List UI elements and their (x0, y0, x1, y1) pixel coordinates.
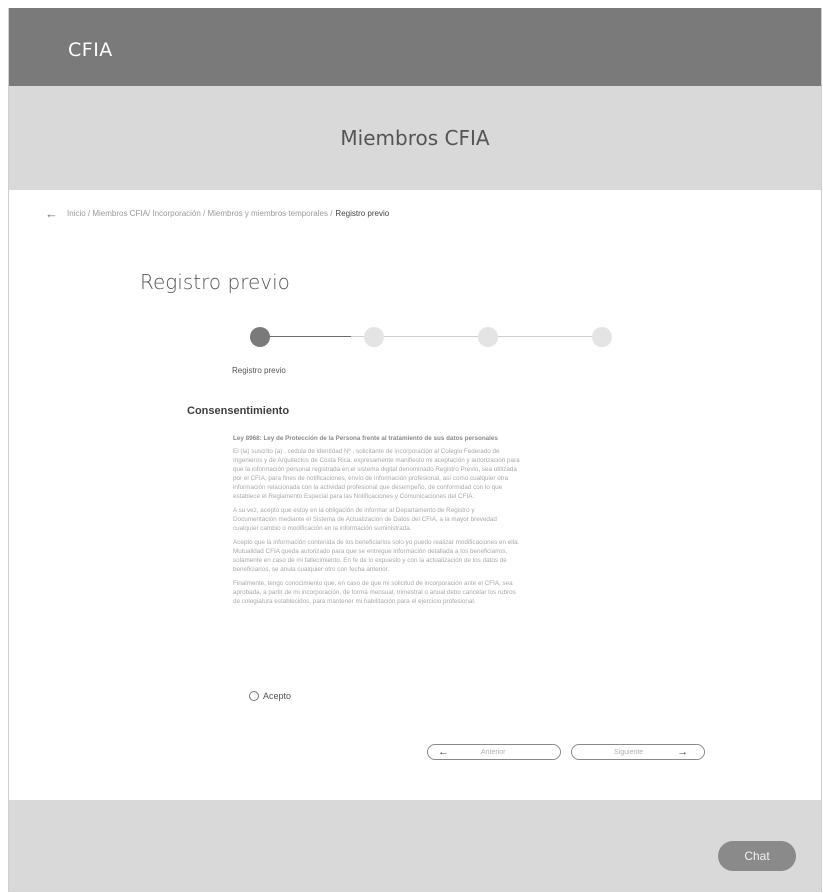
step-1-dot (250, 327, 270, 347)
top-bar: CFIA (9, 8, 821, 86)
consent-section-title: Consensentimiento (187, 405, 290, 417)
stepper-connector (351, 336, 603, 337)
previous-button[interactable]: ← Anterior (427, 744, 561, 760)
breadcrumb-trail[interactable]: Inicio / Miembros CFIA/ Incorporación / … (67, 209, 332, 218)
page-frame: CFIA Miembros CFIA ← Inicio / Miembros C… (8, 8, 822, 892)
previous-label: Anterior (481, 748, 506, 756)
step-4-dot (592, 327, 612, 347)
hero-title: Miembros CFIA (340, 126, 490, 150)
step-3-dot (478, 327, 498, 347)
next-button[interactable]: Siguiente → (571, 744, 705, 760)
breadcrumb: ← Inicio / Miembros CFIA/ Incorporación … (45, 207, 390, 220)
step-1-label: Registro previo (232, 366, 286, 375)
consent-paragraph: A su vez, acepto que estoy en la obligac… (233, 507, 497, 532)
accept-radio[interactable] (249, 691, 259, 701)
consent-paragraph: El (la) suscrito (a) , cedula de identid… (233, 448, 520, 500)
hero-banner: Miembros CFIA (9, 86, 821, 190)
page-title: Registro previo (140, 270, 290, 294)
breadcrumb-current: Registro previo (335, 209, 390, 218)
consent-legal-text: Ley 8968: Ley de Protección de la Person… (233, 434, 520, 611)
progress-stepper (245, 326, 612, 348)
footer (9, 800, 821, 892)
arrow-left-icon[interactable]: ← (45, 207, 58, 220)
consent-paragraph: Acepto que la información contenida de l… (233, 539, 520, 573)
step-2-dot (364, 327, 384, 347)
stepper-connector-done (263, 336, 351, 337)
accept-label: Acepto (263, 691, 292, 701)
arrow-left-icon: ← (438, 746, 449, 758)
chat-button[interactable]: Chat (718, 841, 796, 871)
next-label: Siguiente (614, 748, 644, 756)
arrow-right-icon: → (677, 746, 689, 758)
accept-option[interactable]: Acepto (249, 691, 291, 701)
consent-paragraph: Finalmente, tengo conocimiento que, en c… (233, 580, 516, 605)
brand-logo[interactable]: CFIA (68, 39, 113, 61)
law-title: Ley 8968: Ley de Protección de la Person… (233, 435, 498, 442)
